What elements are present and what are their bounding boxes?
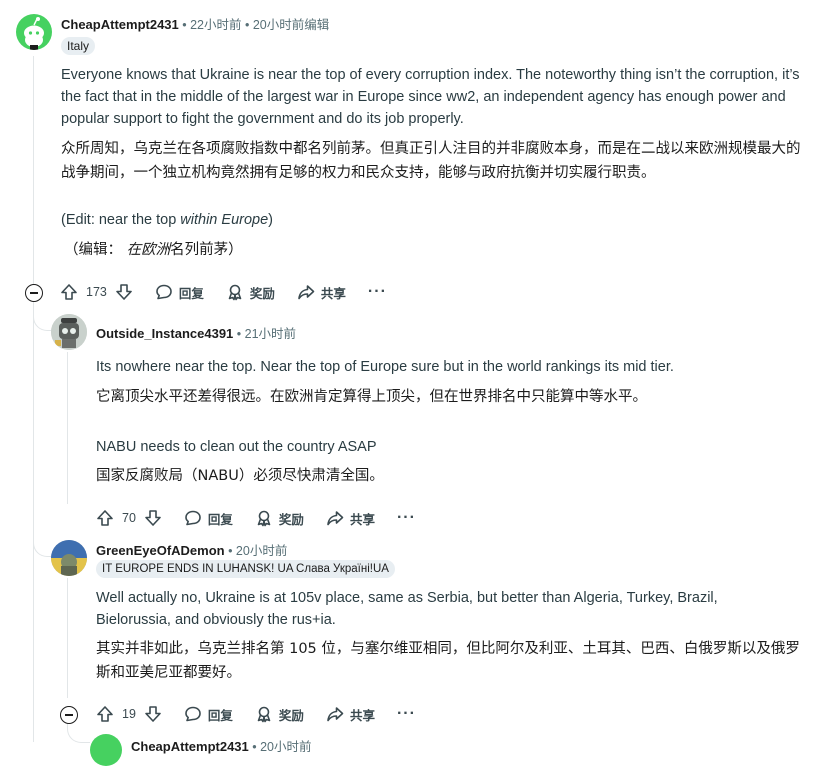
- award-button[interactable]: 奖励: [255, 705, 304, 724]
- thread-rail-level2b: [67, 578, 68, 698]
- avatar[interactable]: [90, 734, 122, 766]
- vote-group: 173: [60, 283, 133, 301]
- vote-count: 173: [86, 285, 107, 299]
- reply-label: 回复: [207, 511, 233, 527]
- comment-meta: • 21小时前: [233, 327, 297, 341]
- share-icon: [298, 285, 315, 300]
- avatar[interactable]: [51, 540, 87, 576]
- comment-icon: [156, 284, 172, 300]
- reply-button[interactable]: 回复: [155, 283, 204, 302]
- comment-header: Outside_Instance4391 • 21小时前: [96, 323, 296, 343]
- avatar[interactable]: [51, 314, 87, 350]
- more-icon[interactable]: ···: [397, 509, 416, 527]
- share-icon: [327, 511, 344, 526]
- snoo-avatar-icon: [24, 17, 44, 50]
- award-button[interactable]: 奖励: [226, 283, 275, 302]
- thread-rail-level2: [67, 352, 68, 504]
- award-label: 奖励: [278, 511, 304, 527]
- upvote-icon[interactable]: [96, 705, 114, 723]
- comment-body-zh: 其实并非如此，乌克兰排名第 105 位，与塞尔维亚相同，但比阿尔及利亚、土耳其、…: [96, 641, 800, 681]
- vote-count: 19: [122, 707, 136, 721]
- flag-avatar-icon: [51, 540, 87, 576]
- share-icon: [327, 707, 344, 722]
- more-icon[interactable]: ···: [397, 705, 416, 723]
- award-label: 奖励: [249, 285, 275, 301]
- thread-rail-main: [33, 56, 34, 284]
- thread-connector: [33, 520, 52, 557]
- comment-header: GreenEyeOfADemon • 20小时前: [96, 540, 287, 560]
- more-icon[interactable]: ···: [368, 283, 387, 301]
- comment-body-zh: 它离顶尖水平还差得很远。在欧洲肯定算得上顶尖，但在世界排名中只能算中等水平。: [96, 389, 647, 405]
- comment-body-zh: 众所周知，乌克兰在各项腐败指数中都名列前茅。但真正引人注目的并非腐败本身，而是在…: [61, 141, 801, 181]
- award-icon: [257, 510, 271, 527]
- comment-body-en: Its nowhere near the top. Near the top o…: [96, 359, 674, 375]
- downvote-icon[interactable]: [115, 283, 133, 301]
- share-label: 共享: [349, 511, 375, 527]
- share-button[interactable]: 共享: [326, 705, 375, 724]
- robot-avatar-icon: [51, 314, 87, 350]
- share-button[interactable]: 共享: [297, 283, 346, 302]
- comment-actions: 173 回复 奖励 共享 ···: [60, 278, 387, 306]
- comment-author[interactable]: Outside_Instance4391: [96, 326, 233, 341]
- user-flair: IT EUROPE ENDS IN LUHANSK! UA Слава Укра…: [96, 560, 395, 578]
- edit-text: （编辑：: [64, 242, 122, 258]
- comment-author[interactable]: CheapAttempt2431: [131, 739, 249, 754]
- comment-author[interactable]: CheapAttempt2431: [61, 17, 179, 32]
- collapse-icon[interactable]: [25, 284, 43, 302]
- upvote-icon[interactable]: [60, 283, 78, 301]
- comment-actions: 19 回复 奖励 共享 ···: [96, 700, 416, 728]
- award-label: 奖励: [278, 707, 304, 723]
- award-icon: [228, 284, 242, 301]
- award-button[interactable]: 奖励: [255, 509, 304, 528]
- comment-meta: • 22小时前 • 20小时前编辑: [178, 18, 330, 32]
- comment-edit-zh: （编辑： 在欧洲名列前茅）: [64, 238, 243, 262]
- vote-group: 19: [96, 705, 162, 723]
- avatar[interactable]: [16, 14, 52, 50]
- vote-group: 70: [96, 509, 162, 527]
- thread-connector: [67, 722, 90, 743]
- award-icon: [257, 706, 271, 723]
- comment-body-en: Everyone knows that Ukraine is near the …: [61, 67, 800, 127]
- comment-actions: 70 回复 奖励 共享 ···: [96, 504, 416, 532]
- edit-emphasis: 在欧洲: [126, 242, 171, 258]
- share-label: 共享: [320, 285, 346, 301]
- comment-icon: [185, 510, 201, 526]
- edit-text: ): [268, 212, 273, 228]
- comment-body-en: Well actually no, Ukraine is at 105v pla…: [96, 590, 718, 628]
- reply-label: 回复: [207, 707, 233, 723]
- share-button[interactable]: 共享: [326, 509, 375, 528]
- comment-edit-en: (Edit: near the top within Europe): [61, 209, 273, 231]
- downvote-icon[interactable]: [144, 705, 162, 723]
- collapse-icon[interactable]: [60, 706, 78, 724]
- comment-header: CheapAttempt2431 • 20小时前: [131, 736, 312, 756]
- comment-icon: [185, 706, 201, 722]
- thread-connector: [33, 302, 52, 331]
- edit-text: (Edit: near the top: [61, 212, 181, 228]
- upvote-icon[interactable]: [96, 509, 114, 527]
- reply-button[interactable]: 回复: [184, 705, 233, 724]
- user-flair: Italy: [61, 37, 96, 55]
- downvote-icon[interactable]: [144, 509, 162, 527]
- share-label: 共享: [349, 707, 375, 723]
- comment-body-en: NABU needs to clean out the country ASAP: [96, 439, 377, 455]
- edit-emphasis: within Europe: [180, 212, 269, 228]
- edit-text: 名列前茅）: [170, 242, 243, 258]
- vote-count: 70: [122, 511, 136, 525]
- comment-header: CheapAttempt2431 • 22小时前 • 20小时前编辑: [61, 14, 329, 34]
- comment-author[interactable]: GreenEyeOfADemon: [96, 543, 225, 558]
- reply-button[interactable]: 回复: [184, 509, 233, 528]
- reply-label: 回复: [178, 285, 204, 301]
- comment-meta: • 20小时前: [248, 740, 312, 754]
- comment-meta: • 20小时前: [224, 544, 288, 558]
- comment-body-zh: 国家反腐败局（NABU）必须尽快肃清全国。: [96, 468, 384, 484]
